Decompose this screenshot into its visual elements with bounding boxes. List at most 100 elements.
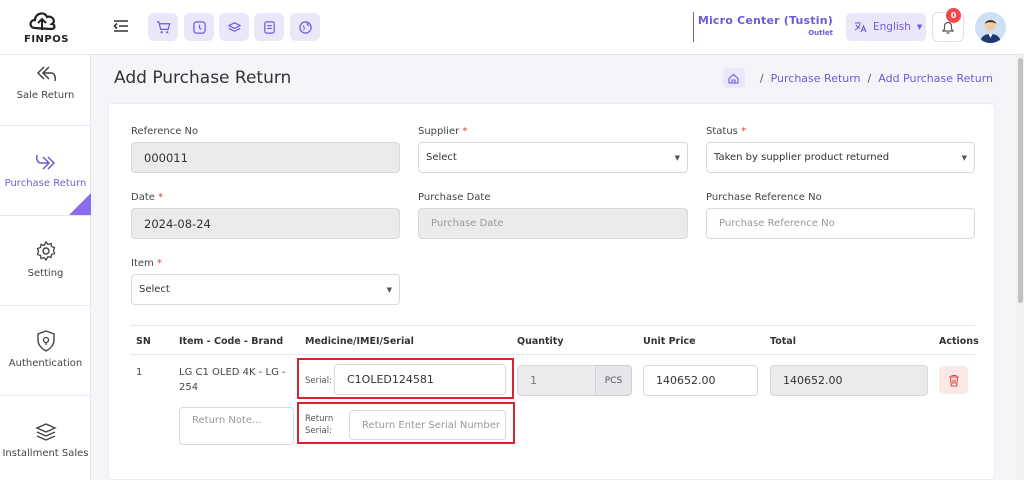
required-mark: * bbox=[156, 258, 162, 269]
row-item-code: 254 bbox=[179, 382, 199, 393]
required-mark: * bbox=[462, 126, 468, 137]
logo-text: FINPOS bbox=[24, 34, 69, 45]
history-button[interactable] bbox=[184, 13, 214, 41]
stack-icon bbox=[34, 423, 57, 441]
item-select[interactable]: Select ▼ bbox=[131, 274, 400, 305]
sidebar-item-label: Setting bbox=[27, 268, 64, 279]
store-type: Outlet bbox=[808, 29, 833, 37]
home-breadcrumb-button[interactable] bbox=[722, 68, 745, 88]
translate-icon bbox=[854, 22, 867, 33]
delete-row-button[interactable] bbox=[939, 366, 968, 394]
sidebar: Sale Return Purchase Return Setting Auth… bbox=[0, 55, 91, 480]
return-serial-label-line1: Return bbox=[305, 414, 334, 424]
store-name: Micro Center (Tustin) bbox=[697, 14, 833, 27]
item-select-value: Select bbox=[139, 284, 170, 295]
item-label-text: Item bbox=[131, 258, 154, 269]
row-sn: 1 bbox=[136, 367, 143, 378]
clock-icon bbox=[192, 20, 206, 34]
active-indicator bbox=[69, 193, 91, 215]
stock-button[interactable] bbox=[219, 13, 249, 41]
purchase-reference-input[interactable]: Purchase Reference No bbox=[706, 208, 975, 239]
status-select[interactable]: Taken by supplier product returned ▼ bbox=[706, 142, 975, 173]
column-header-sn: SN bbox=[136, 336, 151, 347]
breadcrumb-separator: / bbox=[867, 71, 872, 85]
gear-icon bbox=[36, 240, 55, 262]
item-label: Item * bbox=[131, 258, 162, 269]
website-button[interactable] bbox=[290, 13, 320, 41]
sidebar-item-label: Installment Sales bbox=[2, 448, 89, 459]
column-header-actions: Actions bbox=[939, 336, 979, 347]
table-header-border bbox=[130, 354, 975, 355]
row-item-name: LG C1 OLED 4K - LG - bbox=[179, 367, 286, 378]
sidebar-item-installment-sales[interactable]: Installment Sales bbox=[0, 396, 91, 480]
column-header-unit-price: Unit Price bbox=[643, 336, 696, 347]
purchase-date-label: Purchase Date bbox=[418, 192, 491, 203]
return-note-textarea[interactable]: Return Note... bbox=[179, 407, 294, 445]
home-icon bbox=[728, 73, 739, 84]
top-header: FINPOS Micro Center (Tustin) Outlet Engl… bbox=[0, 0, 1024, 55]
sidebar-item-sale-return[interactable]: Sale Return bbox=[0, 55, 91, 126]
unit-price-input[interactable]: 140652.00 bbox=[643, 365, 758, 396]
user-avatar-image bbox=[975, 12, 1006, 43]
date-label-text: Date bbox=[131, 192, 155, 203]
user-avatar[interactable] bbox=[975, 12, 1006, 43]
serial-label: Serial: bbox=[305, 376, 332, 386]
invoice-button[interactable] bbox=[254, 13, 284, 41]
breadcrumb-purchase-return[interactable]: Purchase Return bbox=[771, 72, 861, 85]
dropdown-arrow-icon: ▼ bbox=[386, 286, 392, 294]
return-serial-label-line2: Serial: bbox=[305, 426, 332, 436]
reference-no-field[interactable]: 000011 bbox=[131, 142, 400, 173]
store-info[interactable]: Micro Center (Tustin) Outlet bbox=[693, 12, 833, 42]
sidebar-item-purchase-return[interactable]: Purchase Return bbox=[0, 126, 91, 216]
return-serial-input[interactable]: Return Enter Serial Number bbox=[349, 410, 506, 440]
receipt-icon bbox=[263, 20, 275, 34]
purchase-date-field[interactable]: Purchase Date bbox=[418, 208, 688, 239]
sidebar-item-setting[interactable]: Setting bbox=[0, 216, 91, 306]
sidebar-item-label: Sale Return bbox=[16, 90, 75, 101]
breadcrumb-current: Add Purchase Return bbox=[878, 71, 993, 85]
shield-icon bbox=[36, 330, 55, 352]
unit-label: PCS bbox=[595, 365, 632, 396]
column-header-serial: Medicine/IMEI/Serial bbox=[305, 336, 414, 347]
return-serial-label: Return Serial: bbox=[305, 413, 333, 437]
dropdown-arrow-icon: ▼ bbox=[674, 154, 680, 162]
language-selector[interactable]: English ▼ bbox=[846, 13, 926, 41]
column-header-total: Total bbox=[770, 336, 796, 347]
sale-return-icon bbox=[36, 66, 56, 82]
purchase-reference-label: Purchase Reference No bbox=[706, 192, 822, 203]
caret-down-icon: ▼ bbox=[916, 23, 923, 31]
required-mark: * bbox=[158, 192, 164, 203]
purchase-return-icon bbox=[35, 154, 55, 170]
required-mark: * bbox=[741, 126, 747, 137]
column-header-item: Item - Code - Brand bbox=[179, 336, 284, 347]
sidebar-item-label: Authentication bbox=[8, 358, 83, 369]
quantity-input[interactable]: 1 bbox=[517, 365, 596, 396]
menu-collapse-icon[interactable] bbox=[113, 18, 131, 36]
cart-icon bbox=[156, 20, 170, 33]
date-field[interactable]: 2024-08-24 bbox=[131, 208, 400, 239]
finpos-logo[interactable]: FINPOS bbox=[18, 8, 70, 48]
breadcrumb-separator: / bbox=[759, 71, 764, 85]
sidebar-item-authentication[interactable]: Authentication bbox=[0, 306, 91, 396]
language-label: English bbox=[873, 21, 911, 33]
supplier-label: Supplier * bbox=[418, 126, 467, 137]
scrollbar-thumb[interactable] bbox=[1018, 58, 1023, 303]
supplier-select[interactable]: Select ▼ bbox=[418, 142, 688, 173]
serial-input[interactable]: C1OLED124581 bbox=[334, 364, 506, 395]
notification-count-badge: 0 bbox=[946, 8, 961, 23]
sidebar-item-label: Purchase Return bbox=[4, 178, 87, 189]
cloud-logo-icon bbox=[29, 12, 56, 31]
supplier-label-text: Supplier bbox=[418, 126, 460, 137]
column-header-quantity: Quantity bbox=[517, 336, 564, 347]
breadcrumb: / Purchase Return / Add Purchase Return bbox=[722, 68, 993, 88]
globe-icon bbox=[298, 20, 312, 34]
trash-icon bbox=[948, 374, 959, 387]
layers-icon bbox=[227, 21, 241, 32]
pos-cart-button[interactable] bbox=[148, 13, 178, 41]
supplier-select-value: Select bbox=[426, 152, 457, 163]
status-label: Status * bbox=[706, 126, 746, 137]
date-label: Date * bbox=[131, 192, 163, 203]
total-field: 140652.00 bbox=[770, 365, 928, 396]
table-top-border bbox=[130, 325, 975, 326]
status-label-text: Status bbox=[706, 126, 738, 137]
